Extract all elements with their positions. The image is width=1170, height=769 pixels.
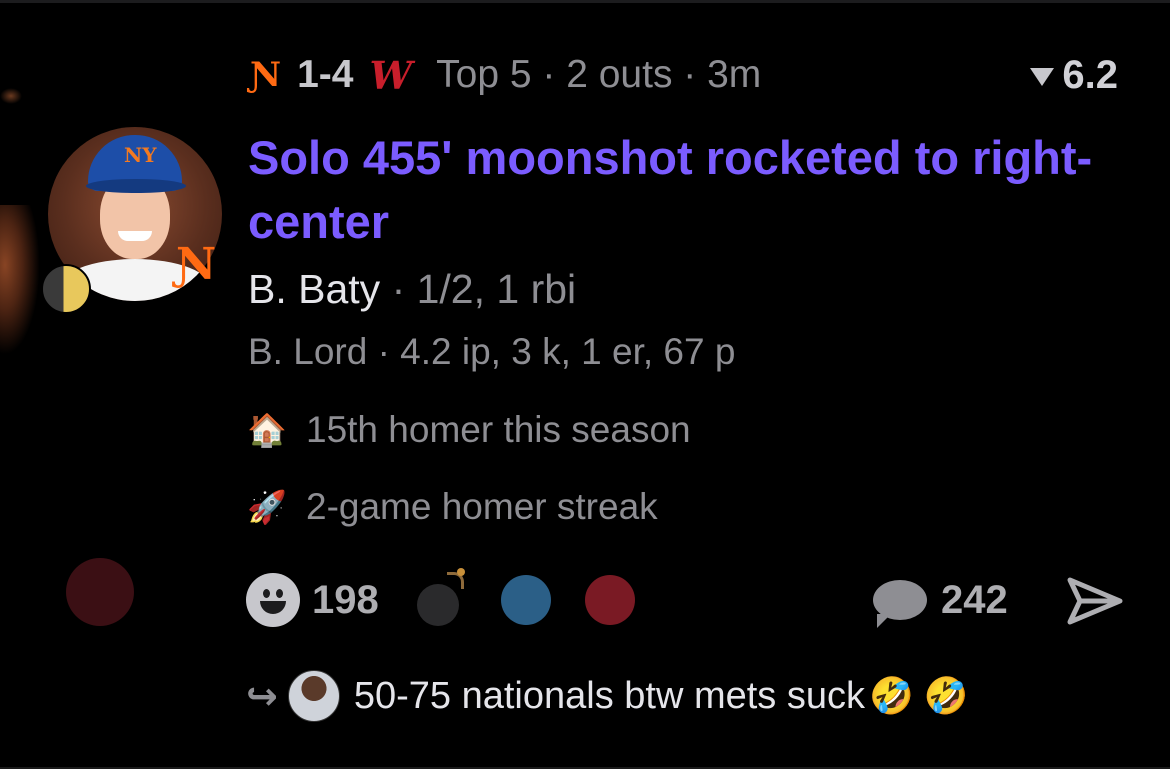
reply-arrow-icon: ↪ [246,675,278,718]
laughing-emoji-icon: 🤣 🤣 [869,675,969,716]
house-icon: 🏠 [247,412,287,448]
blue-dot-icon[interactable] [500,575,551,625]
fire-ember [0,88,22,104]
chat-bubble-icon [873,580,927,628]
score: 1-4 [297,53,354,96]
note-text: 15th homer this season [306,409,691,450]
game-status: Top 5 · 2 outs · 3m [436,53,762,96]
mets-badge-icon: Ɲ [176,239,217,290]
smiley-icon[interactable] [246,573,300,627]
batter-stats: 1/2, 1 rbi [416,266,577,312]
play-rating[interactable]: 6.2 [1030,53,1118,97]
top-divider [0,0,1170,3]
rocket-icon: 🚀 [247,489,287,525]
batter-line[interactable]: B. Baty · 1/2, 1 rbi [248,266,576,313]
comment-count: 242 [941,577,1008,622]
reaction-count: 198 [312,577,379,622]
reply-avatar[interactable] [287,670,340,722]
play-headline[interactable]: Solo 455' moonshot rocketed to right-cen… [248,126,1128,254]
pitcher-line[interactable]: B. Lord · 4.2 ip, 3 k, 1 er, 67 p [248,331,735,373]
triangle-down-icon [1030,68,1055,86]
send-icon[interactable] [1066,576,1124,626]
comments-button[interactable]: 242 [873,572,1008,628]
cap-logo-icon: NY [124,143,157,167]
reply-preview[interactable]: ↪ 50-75 nationals btw mets suck 🤣 🤣 [246,668,969,724]
moon-icon [41,264,91,314]
fire-decoration [0,205,40,355]
reactions-bar[interactable]: 198 [246,568,635,628]
mets-logo-icon: Ɲ [250,55,282,95]
note-item: 🏠 15th homer this season [246,407,691,453]
note-item: 🚀 2-game homer streak [246,484,658,530]
rating-value: 6.2 [1062,52,1118,97]
nationals-logo-icon: W [369,52,413,98]
reply-text: 50-75 nationals btw mets suck [353,674,865,717]
game-score-line[interactable]: Ɲ 1-4 W Top 5 · 2 outs · 3m [250,52,762,98]
red-dot-icon[interactable] [584,575,635,625]
bomb-icon[interactable] [416,568,465,626]
note-text: 2-game homer streak [306,486,658,527]
indicator-dot [66,558,134,626]
batter-name: B. Baty [248,266,381,312]
